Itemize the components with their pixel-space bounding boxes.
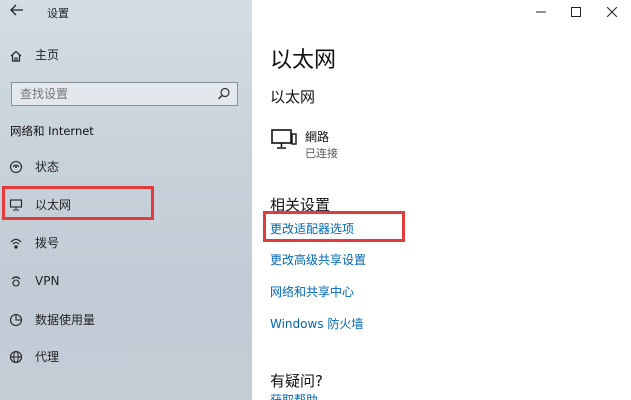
link-windows-firewall[interactable]: Windows 防火墙 — [270, 315, 363, 332]
help-link[interactable]: 获取帮助 — [270, 394, 318, 400]
search-input[interactable] — [12, 83, 215, 105]
vpn-icon — [9, 274, 23, 288]
home-icon — [9, 49, 23, 63]
network-status: 已连接 — [305, 147, 338, 160]
sidebar-item-home[interactable]: 主页 — [0, 41, 252, 71]
sidebar-item-data-usage[interactable]: 数据使用量 — [0, 305, 252, 335]
sidebar-item-vpn[interactable]: VPN — [0, 266, 252, 296]
search-box[interactable] — [11, 82, 238, 106]
link-network-sharing-center[interactable]: 网络和共享中心 — [270, 283, 354, 300]
close-button[interactable] — [597, 3, 627, 21]
minimize-icon — [536, 11, 546, 13]
main-panel: 以太网 以太网 網路 已连接 相关设置 更改适配器选项 更改高级共享设置 网络和… — [252, 0, 631, 400]
sidebar-item-label: VPN — [35, 274, 60, 288]
proxy-icon — [9, 350, 23, 364]
dialup-icon — [9, 236, 23, 250]
minimize-button[interactable] — [526, 3, 556, 21]
sidebar-item-label: 状态 — [35, 160, 60, 174]
highlight-box-adapter-options — [263, 211, 405, 242]
page-title: 以太网 — [270, 48, 337, 73]
title-bar-left: 设置 — [0, 0, 252, 24]
close-icon — [607, 7, 617, 17]
sidebar-item-label: 主页 — [35, 48, 60, 62]
back-arrow-icon — [10, 4, 23, 16]
sidebar: 设置 主页 网络和 Internet 状态 以太网 拨号 VPN — [0, 0, 252, 400]
link-advanced-sharing[interactable]: 更改高级共享设置 — [270, 251, 366, 268]
sidebar-item-dialup[interactable]: 拨号 — [0, 228, 252, 258]
maximize-icon — [571, 7, 581, 17]
sidebar-item-label: 代理 — [35, 350, 60, 364]
network-name: 網路 — [305, 130, 330, 144]
sidebar-item-label: 数据使用量 — [35, 313, 96, 327]
data-usage-icon — [9, 313, 23, 327]
sub-heading: 以太网 — [270, 88, 316, 106]
section-title: 网络和 Internet — [10, 124, 94, 138]
sidebar-item-label: 拨号 — [35, 236, 60, 250]
sidebar-item-status[interactable]: 状态 — [0, 152, 252, 182]
back-button[interactable] — [6, 2, 28, 22]
status-icon — [9, 160, 23, 174]
monitor-icon — [271, 129, 297, 149]
question-heading: 有疑问? — [270, 372, 323, 390]
sidebar-item-proxy[interactable]: 代理 — [0, 342, 252, 372]
maximize-button[interactable] — [561, 3, 591, 21]
search-icon[interactable] — [217, 87, 231, 101]
highlight-box-ethernet — [2, 186, 154, 220]
app-title: 设置 — [47, 7, 69, 20]
